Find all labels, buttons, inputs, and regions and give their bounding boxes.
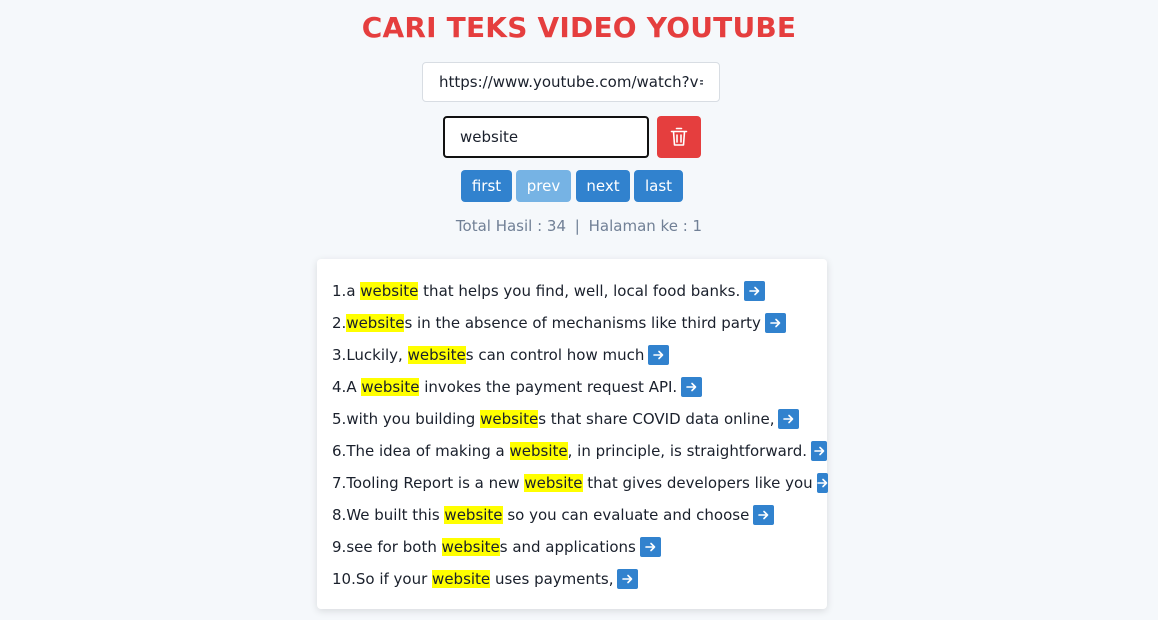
total-results-text: Total Hasil : 34 xyxy=(455,217,567,235)
result-text-before: with you building xyxy=(346,410,481,428)
result-text-before: So if your xyxy=(355,570,433,588)
result-number: 10. xyxy=(332,570,356,588)
results-card: 1. a website that helps you find, well, l… xyxy=(317,259,828,609)
app-root: CARI TEKS VIDEO YOUTUBE first prev next … xyxy=(0,0,1158,620)
result-text-before: We built this xyxy=(346,506,445,524)
result-highlight: website xyxy=(361,378,420,396)
arrow-right-icon xyxy=(758,510,769,520)
result-number: 5. xyxy=(332,410,347,428)
search-keyword-input[interactable] xyxy=(443,116,649,158)
result-number: 4. xyxy=(332,378,347,396)
result-number: 1. xyxy=(332,282,347,300)
result-number: 6. xyxy=(332,442,347,460)
go-to-timestamp-button[interactable] xyxy=(764,313,786,333)
go-to-timestamp-button[interactable] xyxy=(816,473,828,493)
result-text-before: Tooling Report is a new xyxy=(346,474,525,492)
result-number: 2. xyxy=(332,314,347,332)
result-item: 1. a website that helps you find, well, l… xyxy=(332,275,827,307)
result-text-after: invokes the payment request API. xyxy=(419,378,678,396)
go-to-timestamp-button[interactable] xyxy=(753,505,775,525)
go-to-timestamp-button[interactable] xyxy=(681,377,703,397)
result-status: Total Hasil : 34 | Halaman ke : 1 xyxy=(0,216,1158,236)
go-to-timestamp-button[interactable] xyxy=(617,569,639,589)
delete-button[interactable] xyxy=(657,116,701,158)
result-text-after: uses payments, xyxy=(490,570,614,588)
result-number: 7. xyxy=(332,474,347,492)
next-page-button[interactable]: next xyxy=(576,170,630,202)
go-to-timestamp-button[interactable] xyxy=(811,441,827,461)
result-highlight: website xyxy=(444,506,503,524)
result-text-after: s can control how much xyxy=(465,346,645,364)
arrow-right-icon xyxy=(622,574,633,584)
go-to-timestamp-button[interactable] xyxy=(639,537,661,557)
result-highlight: website xyxy=(432,570,491,588)
arrow-right-icon xyxy=(653,350,664,360)
result-highlight: website xyxy=(524,474,583,492)
result-number: 3. xyxy=(332,346,347,364)
result-text-before: see for both xyxy=(346,538,442,556)
pagination: first prev next last xyxy=(0,170,1158,202)
result-number: 9. xyxy=(332,538,347,556)
result-item: 10. So if your website uses payments, xyxy=(332,563,827,595)
result-item: 5. with you building website s that share … xyxy=(332,403,827,435)
prev-page-button[interactable]: prev xyxy=(516,170,571,202)
first-page-button[interactable]: first xyxy=(461,170,512,202)
result-item: 9. see for both website s and applications xyxy=(332,531,827,563)
last-page-button[interactable]: last xyxy=(634,170,683,202)
result-highlight: website xyxy=(407,346,466,364)
result-text-after: , in principle, is straightforward. xyxy=(567,442,807,460)
result-text-after: s that share COVID data online, xyxy=(538,410,775,428)
arrow-right-icon xyxy=(749,286,760,296)
youtube-url-input[interactable] xyxy=(422,62,720,102)
result-highlight: website xyxy=(346,314,405,332)
arrow-right-icon xyxy=(816,478,827,488)
result-text-before: Luckily, xyxy=(346,346,408,364)
result-item: 4. A website invokes the payment request … xyxy=(332,371,827,403)
result-item: 8. We built this website so you can evalu… xyxy=(332,499,827,531)
result-text-after: s and applications xyxy=(499,538,636,556)
status-separator: | xyxy=(574,217,580,235)
page-number-text: Halaman ke : 1 xyxy=(588,217,703,235)
arrow-right-icon xyxy=(645,542,656,552)
result-text-after: that gives developers like you xyxy=(582,474,813,492)
result-highlight: website xyxy=(480,410,539,428)
result-text-after: s in the absence of mechanisms like thir… xyxy=(404,314,761,332)
result-item: 2. website s in the absence of mechanisms … xyxy=(332,307,827,339)
go-to-timestamp-button[interactable] xyxy=(648,345,670,365)
result-number: 8. xyxy=(332,506,347,524)
result-item: 3. Luckily, website s can control how much xyxy=(332,339,827,371)
result-highlight: website xyxy=(441,538,500,556)
go-to-timestamp-button[interactable] xyxy=(744,281,766,301)
arrow-right-icon xyxy=(813,446,824,456)
go-to-timestamp-button[interactable] xyxy=(778,409,800,429)
result-item: 7. Tooling Report is a new website that g… xyxy=(332,467,828,499)
result-highlight: website xyxy=(509,442,568,460)
result-text-before: The idea of making a xyxy=(346,442,510,460)
arrow-right-icon xyxy=(686,382,697,392)
result-text-before: A xyxy=(346,378,362,396)
result-text-after: so you can evaluate and choose xyxy=(502,506,750,524)
arrow-right-icon xyxy=(770,318,781,328)
arrow-right-icon xyxy=(783,414,794,424)
trash-icon xyxy=(670,127,688,146)
result-text-before: a xyxy=(346,282,361,300)
page-title: CARI TEKS VIDEO YOUTUBE xyxy=(361,11,797,44)
result-item: 6. The idea of making a website, in princ… xyxy=(332,435,827,467)
result-highlight: website xyxy=(360,282,419,300)
result-text-after: that helps you find, well, local food ba… xyxy=(418,282,741,300)
